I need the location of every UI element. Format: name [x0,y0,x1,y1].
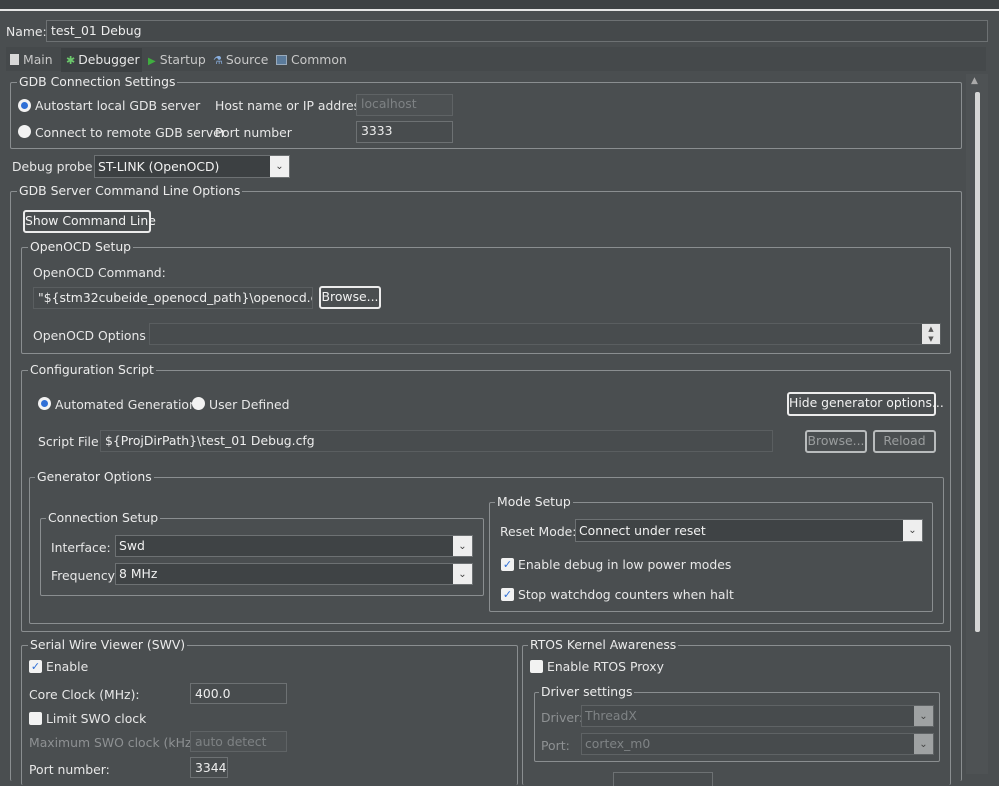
startup-tab-icon: ▶ [148,56,156,67]
limit-swo-label: Limit SWO clock [46,711,147,726]
chevron-down-icon[interactable]: ⌄ [453,564,472,584]
swv-legend: Serial Wire Viewer (SWV) [28,637,188,652]
config-name-field[interactable]: test_01 Debug [46,20,988,42]
gdb-server-legend: GDB Server Command Line Options [17,183,243,198]
connection-setup-legend: Connection Setup [46,510,161,525]
window-top-border [0,0,999,11]
partial-field-bottom [613,772,713,786]
user-defined-label: User Defined [209,397,290,412]
tab-common-label: Common [291,52,347,67]
tab-debugger-label: Debugger [78,52,140,67]
low-power-label: Enable debug in low power modes [518,557,732,572]
gdb-connection-legend: GDB Connection Settings [17,74,178,89]
chevron-down-icon[interactable]: ⌄ [270,156,289,177]
interface-select[interactable]: Swd ⌄ [115,535,473,557]
openocd-options-spinner[interactable]: ▲ ▼ [922,324,940,344]
openocd-command-field[interactable]: "${stm32cubeide_openocd_path}\openocd.ex… [33,287,313,309]
rtos-port-value: cortex_m0 [585,736,651,751]
chevron-down-icon[interactable]: ⌄ [914,706,933,726]
scrollbar-up-arrow-icon[interactable]: ▲ [971,76,978,86]
reset-mode-value: Connect under reset [579,523,706,538]
automated-generation-radio[interactable] [38,397,51,410]
chevron-down-icon[interactable]: ⌄ [914,734,933,754]
autostart-radio[interactable] [18,99,31,112]
autostart-label: Autostart local GDB server [35,98,201,113]
openocd-options-label: OpenOCD Options : [33,328,154,343]
host-field[interactable]: localhost [356,94,453,116]
tab-main-label: Main [23,52,53,67]
host-label: Host name or IP address [215,98,367,113]
reset-mode-label: Reset Mode: [500,524,577,539]
tab-startup[interactable]: ▶ Startup [148,52,206,67]
source-tab-icon: ⚗ [213,54,223,67]
openocd-browse-button[interactable]: Browse... [319,286,381,309]
max-swo-field[interactable]: auto detect [190,731,287,752]
rtos-proxy-label: Enable RTOS Proxy [547,659,664,674]
frequency-value: 8 MHz [119,566,158,581]
debug-probe-select[interactable]: ST-LINK (OpenOCD) ⌄ [94,155,290,178]
openocd-command-label: OpenOCD Command: [33,265,166,280]
watchdog-checkbox[interactable]: ✓ [501,588,514,601]
frequency-label: Frequency: [51,568,119,583]
tab-startup-label: Startup [159,52,206,67]
core-clock-field[interactable]: 400.0 [190,683,287,704]
common-tab-icon [276,55,287,65]
reload-button[interactable]: Reload [873,430,936,453]
scrollbar-thumb[interactable] [975,92,980,632]
limit-swo-checkbox[interactable] [29,712,42,725]
script-file-field[interactable]: ${ProjDirPath}\test_01 Debug.cfg [100,430,773,452]
rtos-legend: RTOS Kernel Awareness [528,637,679,652]
spinner-up-icon[interactable]: ▲ [922,324,940,334]
watchdog-label: Stop watchdog counters when halt [518,587,734,602]
script-file-label: Script File: [38,434,103,449]
driver-settings-legend: Driver settings [539,684,635,699]
script-browse-button[interactable]: Browse... [805,430,867,453]
swv-port-label: Port number: [29,762,110,777]
chevron-down-icon[interactable]: ⌄ [903,520,922,541]
driver-value: ThreadX [585,708,637,723]
generator-options-legend: Generator Options [35,469,154,484]
debugger-tab-icon: ✱ [66,54,76,67]
connect-remote-label: Connect to remote GDB server [35,125,226,140]
user-defined-radio[interactable] [192,397,205,410]
openocd-setup-legend: OpenOCD Setup [28,239,134,254]
mode-setup-legend: Mode Setup [495,494,573,509]
port-label: Port number [215,125,292,140]
driver-label: Driver: [541,710,584,725]
configuration-script-legend: Configuration Script [28,362,156,377]
debug-probe-value: ST-LINK (OpenOCD) [98,159,220,174]
show-command-line-button[interactable]: Show Command Line [23,210,156,233]
connect-remote-radio[interactable] [18,125,31,138]
swv-enable-label: Enable [46,659,89,674]
tab-debugger[interactable]: ✱ Debugger [61,48,142,72]
name-label: Name: [6,24,47,39]
reset-mode-select[interactable]: Connect under reset ⌄ [575,519,923,542]
swv-enable-checkbox[interactable]: ✓ [29,660,42,673]
driver-select[interactable]: ThreadX ⌄ [581,705,934,727]
rtos-port-select[interactable]: cortex_m0 ⌄ [581,733,934,755]
low-power-checkbox[interactable]: ✓ [501,558,514,571]
frequency-select[interactable]: 8 MHz ⌄ [115,563,473,585]
vertical-scrollbar[interactable]: ▲ [966,74,988,774]
debug-probe-label: Debug probe [12,159,93,174]
automated-generation-label: Automated Generation [55,397,197,412]
tab-source[interactable]: ⚗ Source [213,52,268,67]
swv-port-field[interactable]: 3344 [190,757,228,778]
chevron-down-icon[interactable]: ⌄ [453,536,472,556]
interface-label: Interface: [51,540,111,555]
tab-main[interactable]: Main [10,52,53,67]
hide-generator-options-button[interactable]: Hide generator options... [787,392,944,416]
core-clock-label: Core Clock (MHz): [29,687,140,702]
main-tab-icon [10,54,19,65]
port-field[interactable]: 3333 [356,121,453,143]
tab-common[interactable]: Common [276,52,347,67]
max-swo-label: Maximum SWO clock (kHz): [29,735,201,750]
tab-source-label: Source [225,52,269,67]
spinner-down-icon[interactable]: ▼ [922,334,940,344]
rtos-proxy-checkbox[interactable] [530,660,543,673]
interface-value: Swd [119,538,145,553]
openocd-options-field[interactable] [149,323,941,345]
rtos-port-label: Port: [541,738,570,753]
